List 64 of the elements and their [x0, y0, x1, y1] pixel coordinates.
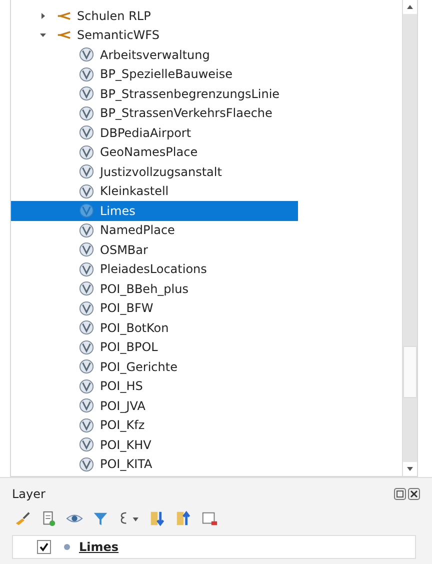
collapse-all-icon[interactable] [175, 510, 192, 527]
expand-all-icon[interactable] [149, 510, 166, 527]
close-icon[interactable] [408, 488, 420, 500]
vector-layer-icon [79, 340, 94, 355]
vector-layer-icon [79, 203, 94, 218]
vector-layer-icon [79, 378, 94, 394]
vector-layer-icon [79, 262, 94, 277]
vector-layer-icon [79, 437, 94, 452]
layer-item[interactable]: NamedPlace [11, 220, 298, 240]
vector-layer-icon [79, 456, 94, 472]
tree-item[interactable]: Schulen RLP [77, 8, 151, 23]
vector-layer-icon [79, 144, 94, 160]
filter-icon[interactable] [92, 510, 109, 527]
layer-item[interactable]: Justizvollzugsanstalt [11, 162, 298, 182]
point-symbol-icon [63, 543, 71, 551]
remove-layer-icon[interactable] [201, 510, 218, 527]
layer-item[interactable]: BP_StrassenbegrenzungsLinie [11, 84, 298, 104]
float-icon[interactable] [394, 488, 406, 500]
panel-title: Layer [12, 487, 46, 501]
vector-layer-icon [79, 106, 94, 121]
vector-layer-icon [79, 320, 94, 336]
vector-layer-icon [79, 359, 94, 374]
layer-item[interactable]: POI_HS [11, 376, 298, 396]
vector-layer-icon [79, 398, 94, 414]
vector-layer-icon [79, 418, 94, 433]
vector-layer-icon [79, 242, 94, 258]
vector-layer-icon [79, 222, 94, 238]
layer-item[interactable]: POI_Kfz [11, 416, 298, 435]
vector-layer-icon [79, 164, 94, 180]
connection-icon [57, 30, 71, 40]
layer-item[interactable]: GeoNamesPlace [11, 142, 298, 162]
layer-name[interactable]: Limes [79, 540, 119, 554]
vector-layer-icon [79, 125, 94, 140]
layer-item[interactable]: POI_BPOL [11, 338, 298, 357]
layer-item[interactable]: BP_StrassenVerkehrsFlaeche [11, 104, 298, 123]
layer-item[interactable]: Limes [11, 201, 298, 220]
layer-item[interactable]: POI_KITA [11, 454, 298, 474]
vector-layer-icon [79, 86, 94, 102]
layer-item[interactable]: POI_Gerichte [11, 357, 298, 376]
layer-item[interactable]: OSMBar [11, 240, 298, 260]
layer-item[interactable]: DBPediaAirport [11, 123, 298, 142]
layer-item[interactable]: Arbeitsverwaltung [11, 45, 298, 64]
tree-item[interactable]: SemanticWFS [77, 28, 160, 42]
vector-layer-icon [79, 300, 94, 316]
expand-arrow-icon[interactable] [39, 31, 47, 40]
scrollbar-thumb[interactable] [403, 346, 417, 398]
visibility-checkbox[interactable] [37, 540, 51, 554]
layer-item[interactable]: POI_BotKon [11, 318, 298, 338]
scrollbar-track[interactable] [403, 14, 417, 462]
layer-item[interactable]: POI_BBeh_plus [11, 279, 298, 298]
layer-item[interactable]: BP_SpezielleBauweise [11, 64, 298, 84]
vector-layer-icon [79, 281, 94, 296]
layer-item[interactable]: Kleinkastell [11, 182, 298, 201]
vector-layer-icon [79, 184, 94, 199]
connection-icon [57, 10, 71, 21]
expand-arrow-icon[interactable] [39, 12, 47, 20]
brush-icon[interactable] [14, 510, 31, 527]
layer-item[interactable]: PleiadesLocations [11, 260, 298, 279]
layer-item[interactable]: POI_BFW [11, 298, 298, 318]
vector-layer-icon [79, 66, 94, 82]
vector-layer-icon [79, 47, 94, 62]
expression-filter-icon[interactable] [118, 510, 140, 527]
layer-item[interactable]: POI_KHV [11, 435, 298, 454]
layer-item[interactable]: POI_JVA [11, 396, 298, 416]
